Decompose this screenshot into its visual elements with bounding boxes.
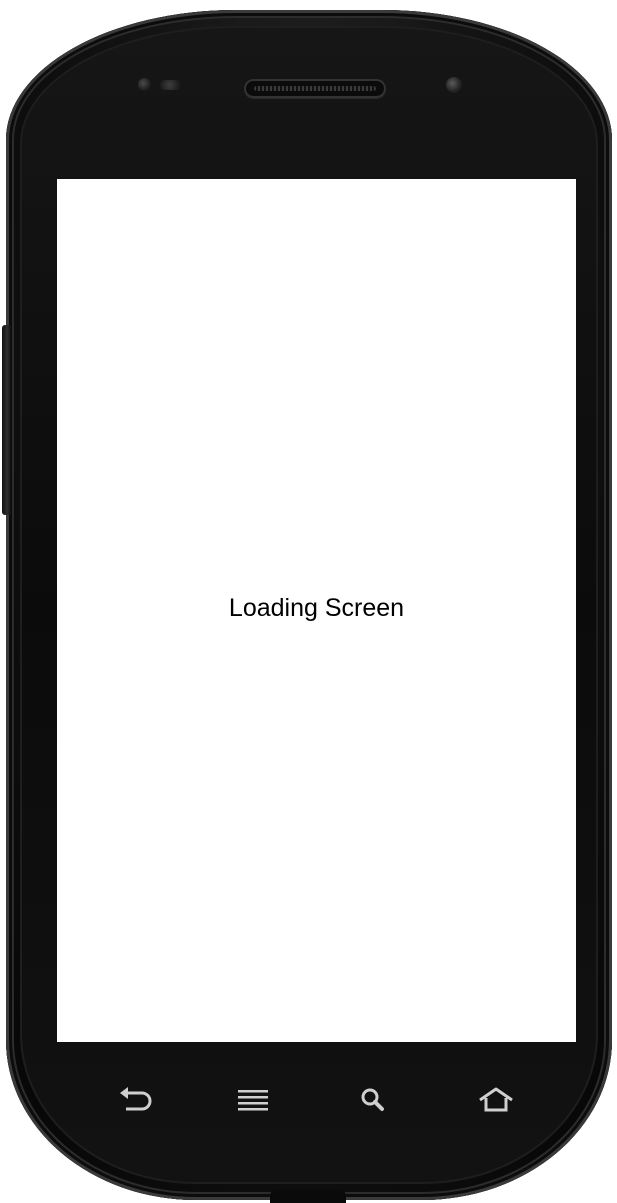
menu-lines-icon: [238, 1090, 268, 1111]
search-button[interactable]: [333, 1060, 413, 1140]
proximity-sensor-icon: [138, 78, 151, 91]
menu-button[interactable]: [213, 1060, 293, 1140]
bottom-connector: [270, 1190, 346, 1203]
home-button[interactable]: [456, 1060, 536, 1140]
back-button[interactable]: [96, 1060, 176, 1140]
navigation-bar: [57, 1060, 576, 1140]
volume-button[interactable]: [2, 325, 11, 515]
device-frame: Loading Screen: [0, 0, 617, 1203]
back-arrow-icon: [120, 1087, 152, 1111]
search-icon: [361, 1088, 384, 1111]
app-screen: Loading Screen: [57, 179, 576, 1042]
light-sensor-icon: [160, 80, 184, 90]
loading-message: Loading Screen: [228, 594, 405, 622]
earpiece-speaker: [244, 79, 386, 98]
front-camera-icon: [446, 77, 462, 93]
home-icon: [479, 1087, 513, 1112]
